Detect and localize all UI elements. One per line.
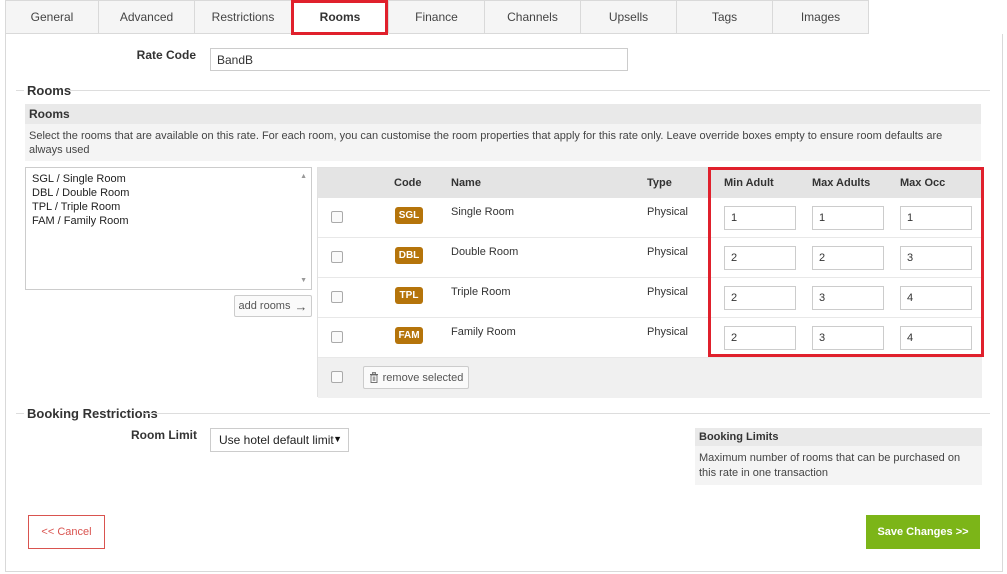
tab-bar: General Advanced Restrictions Rooms Fina… <box>5 0 869 34</box>
room-option[interactable]: FAM / Family Room <box>32 214 305 228</box>
room-name: Single Room <box>451 206 514 218</box>
rooms-info-title: Rooms <box>25 104 981 124</box>
row-checkbox[interactable] <box>331 331 343 343</box>
room-code-badge: DBL <box>395 247 423 264</box>
room-name: Family Room <box>451 326 516 338</box>
scroll-up-icon[interactable]: ▲ <box>300 173 307 180</box>
room-code-badge: SGL <box>395 207 423 224</box>
tab-general[interactable]: General <box>5 0 99 34</box>
tab-upsells[interactable]: Upsells <box>581 0 677 34</box>
row-checkbox[interactable] <box>331 251 343 263</box>
save-changes-button[interactable]: Save Changes >> <box>866 515 980 549</box>
legend-divider <box>16 90 24 91</box>
room-type: Physical <box>647 246 688 258</box>
room-code-badge: FAM <box>395 327 423 344</box>
col-code: Code <box>394 177 422 189</box>
arrow-right-icon: → <box>294 298 308 314</box>
room-limit-select[interactable]: Use hotel default limit ▼ <box>210 428 349 452</box>
row-checkbox[interactable] <box>331 291 343 303</box>
room-name: Double Room <box>451 246 519 258</box>
add-rooms-button[interactable]: add rooms → <box>234 295 312 317</box>
room-option[interactable]: DBL / Double Room <box>32 186 305 200</box>
col-type: Type <box>647 177 672 189</box>
legend-divider <box>70 90 990 91</box>
trash-icon <box>369 372 378 383</box>
room-type: Physical <box>647 206 688 218</box>
rate-code-label: Rate Code <box>136 48 196 62</box>
room-option[interactable]: TPL / Triple Room <box>32 200 305 214</box>
active-tab-highlight <box>291 0 388 35</box>
booking-limits-title: Booking Limits <box>695 428 982 446</box>
remove-selected-button[interactable]: remove selected <box>363 366 469 389</box>
tab-advanced[interactable]: Advanced <box>99 0 195 34</box>
booking-limits-box: Booking Limits Maximum number of rooms t… <box>695 428 982 485</box>
room-name: Triple Room <box>451 286 511 298</box>
remove-selected-label: remove selected <box>382 371 464 384</box>
room-limit-value: Use hotel default limit <box>219 433 334 447</box>
scroll-down-icon[interactable]: ▼ <box>300 277 307 284</box>
add-rooms-label: add rooms <box>238 300 291 312</box>
room-type: Physical <box>647 286 688 298</box>
tab-tags[interactable]: Tags <box>677 0 773 34</box>
legend-divider <box>16 413 24 414</box>
room-code-badge: TPL <box>395 287 423 304</box>
chevron-down-icon: ▼ <box>333 434 342 444</box>
col-name: Name <box>451 177 481 189</box>
rate-code-input[interactable]: BandB <box>210 48 628 71</box>
table-footer: remove selected <box>318 358 982 398</box>
available-rooms-list[interactable]: SGL / Single Room DBL / Double Room TPL … <box>25 167 312 290</box>
tab-restrictions[interactable]: Restrictions <box>195 0 292 34</box>
tab-finance[interactable]: Finance <box>389 0 485 34</box>
booking-limits-text: Maximum number of rooms that can be purc… <box>699 452 961 479</box>
cancel-button[interactable]: << Cancel <box>28 515 105 549</box>
row-checkbox[interactable] <box>331 211 343 223</box>
room-limit-label: Room Limit <box>131 428 197 442</box>
tab-images[interactable]: Images <box>773 0 869 34</box>
tab-channels[interactable]: Channels <box>485 0 581 34</box>
rooms-info-box: Rooms Select the rooms that are availabl… <box>25 104 981 161</box>
select-all-checkbox[interactable] <box>331 371 343 383</box>
booking-restrictions-legend: Booking Restrictions <box>27 406 158 421</box>
room-option[interactable]: SGL / Single Room <box>32 172 305 186</box>
legend-divider <box>144 413 990 414</box>
occupancy-highlight <box>708 167 984 357</box>
rooms-legend: Rooms <box>27 83 72 98</box>
rooms-info-text: Select the rooms that are available on t… <box>29 130 943 156</box>
room-type: Physical <box>647 326 688 338</box>
